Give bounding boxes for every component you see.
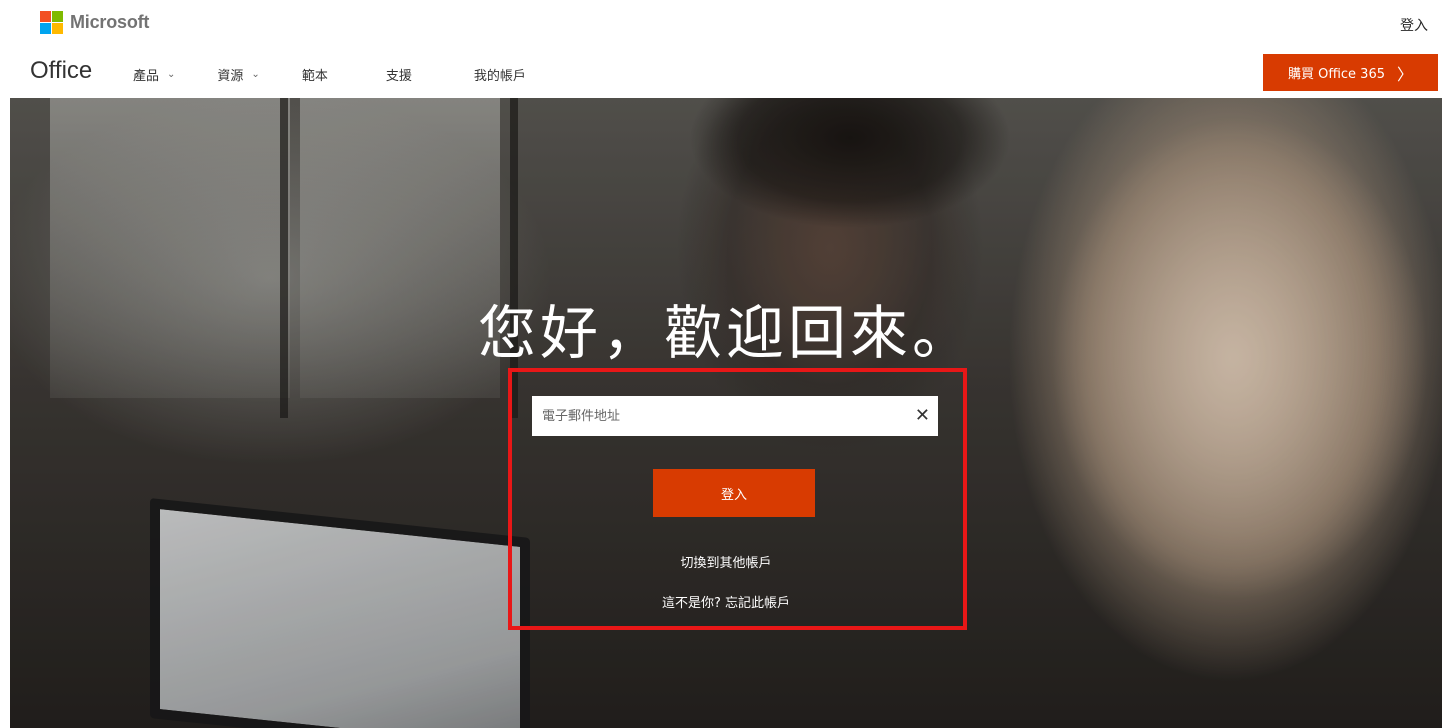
nav-item-templates[interactable]: 範本 bbox=[302, 65, 328, 84]
buy-button-label: 購買 Office 365 bbox=[1287, 67, 1385, 82]
close-icon[interactable]: ✕ bbox=[915, 406, 930, 426]
nav-item-label: 支援 bbox=[385, 69, 412, 84]
microsoft-logo-icon bbox=[40, 11, 63, 34]
microsoft-wordmark: Microsoft bbox=[70, 12, 150, 32]
chevron-right-icon: 〉 bbox=[1397, 64, 1414, 84]
email-field[interactable] bbox=[532, 396, 938, 436]
office-nav: Office 產品 ⌄ 資源 ⌄ 範本 支援 我的帳戶 購買 Office 36… bbox=[0, 48, 1442, 98]
email-field-container: ✕ bbox=[532, 396, 938, 436]
chevron-down-icon: ⌄ bbox=[251, 69, 260, 80]
forget-account-link[interactable]: 這不是你? 忘記此帳戶 bbox=[10, 592, 1442, 611]
nav-item-products[interactable]: 產品 ⌄ bbox=[133, 65, 175, 84]
buy-office-365-button[interactable]: 購買 Office 365 〉 bbox=[1263, 54, 1438, 91]
chevron-down-icon: ⌄ bbox=[167, 69, 176, 80]
nav-item-label: 資源 bbox=[217, 69, 244, 84]
sign-in-button[interactable]: 登入 bbox=[653, 469, 815, 517]
nav-item-resources[interactable]: 資源 ⌄ bbox=[217, 65, 259, 84]
microsoft-logo[interactable]: Microsoft bbox=[40, 11, 149, 34]
nav-item-label: 我的帳戶 bbox=[473, 69, 526, 84]
nav-item-label: 範本 bbox=[301, 69, 328, 84]
switch-account-link[interactable]: 切換到其他帳戶 bbox=[10, 552, 1442, 571]
header-sign-in-link[interactable]: 登入 bbox=[1400, 15, 1428, 35]
nav-item-support[interactable]: 支援 bbox=[386, 65, 412, 84]
welcome-headline: 您好，歡迎回來。 bbox=[477, 299, 974, 367]
office-logo[interactable]: Office bbox=[30, 57, 92, 85]
top-bar: Microsoft 登入 bbox=[0, 0, 1442, 48]
nav-item-label: 產品 bbox=[133, 69, 160, 84]
hero-background-photo: 您好，歡迎回來。 ✕ 登入 切換到其他帳戶 這不是你? 忘記此帳戶 bbox=[10, 98, 1442, 728]
nav-item-my-account[interactable]: 我的帳戶 bbox=[474, 65, 526, 84]
nav-menu: 產品 ⌄ 資源 ⌄ 範本 支援 我的帳戶 bbox=[133, 65, 568, 84]
